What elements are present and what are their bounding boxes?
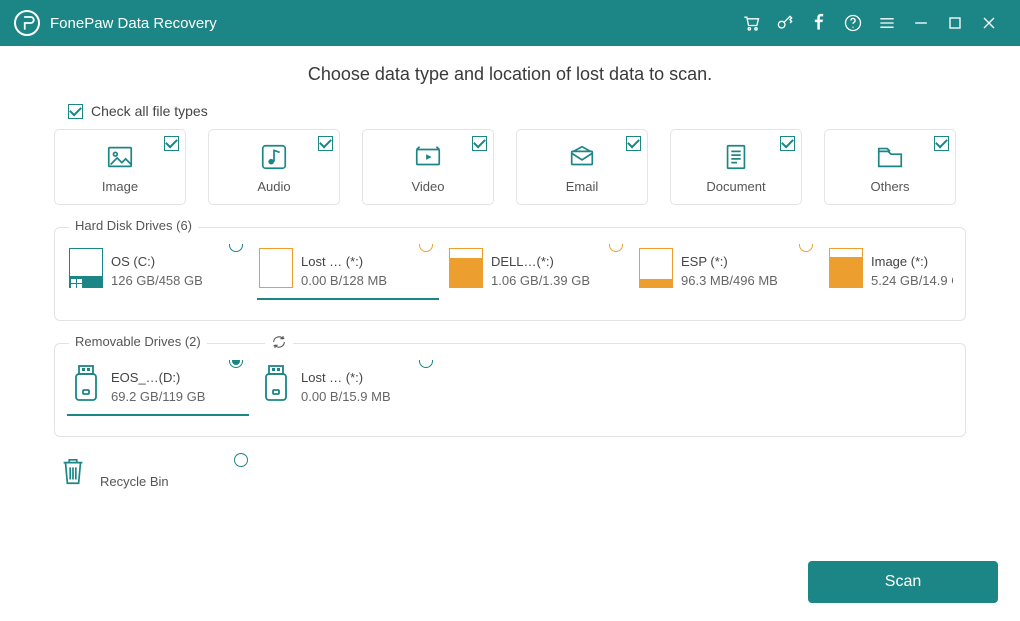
app-logo [14,10,40,36]
hdd-drive[interactable]: DELL…(*:) 1.06 GB/1.39 GB [447,244,629,300]
card-others[interactable]: Others [824,129,956,205]
drive-name: Lost … (*:) [301,370,391,385]
card-checkbox[interactable] [164,136,179,151]
removable-legend: Removable Drives (2) [69,334,207,349]
card-email[interactable]: Email [516,129,648,205]
hdd-drive[interactable]: Lost … (*:) 0.00 B/128 MB [257,244,439,300]
drive-name: DELL…(*:) [491,254,590,269]
drive-icon [639,248,673,288]
card-label: Document [706,179,765,194]
drive-size: 69.2 GB/119 GB [111,389,205,404]
drive-icon [259,248,293,288]
video-icon [412,141,444,173]
removable-drive[interactable]: Lost … (*:) 0.00 B/15.9 MB [257,360,439,416]
refresh-icon[interactable] [265,334,293,353]
recycle-bin-option[interactable]: Recycle Bin [58,455,248,492]
hdd-drive[interactable]: ESP (*:) 96.3 MB/496 MB [637,244,819,300]
drive-name: ESP (*:) [681,254,778,269]
hdd-legend: Hard Disk Drives (6) [69,218,198,233]
drive-size: 1.06 GB/1.39 GB [491,273,590,288]
check-all-checkbox[interactable] [68,104,83,119]
file-type-cards: Image Audio Video Email Document Others [54,129,966,205]
drive-icon [449,248,483,288]
removable-drives: EOS_…(D:) 69.2 GB/119 GB Lost … (*:) 0.0… [67,360,953,426]
check-all-label: Check all file types [91,103,208,119]
drive-icon [829,248,863,288]
facebook-icon[interactable] [802,0,836,46]
card-checkbox[interactable] [626,136,641,151]
drive-size: 0.00 B/15.9 MB [301,389,391,404]
card-label: Video [411,179,444,194]
usb-icon [259,364,293,404]
card-checkbox[interactable] [934,136,949,151]
card-label: Others [870,179,909,194]
headline: Choose data type and location of lost da… [54,64,966,85]
drive-radio[interactable] [799,244,813,252]
drive-radio[interactable] [609,244,623,252]
recycle-bin-radio[interactable] [234,453,248,467]
usb-icon [69,364,103,404]
recycle-bin-label: Recycle Bin [100,458,169,489]
removable-group: Removable Drives (2) EOS_…(D:) 69.2 GB/1… [54,343,966,437]
drive-radio[interactable] [419,360,433,368]
card-image[interactable]: Image [54,129,186,205]
help-icon[interactable] [836,0,870,46]
drive-name: OS (C:) [111,254,203,269]
card-checkbox[interactable] [472,136,487,151]
minimize-button[interactable] [904,0,938,46]
card-label: Audio [257,179,290,194]
scan-button[interactable]: Scan [808,561,998,603]
maximize-button[interactable] [938,0,972,46]
card-checkbox[interactable] [318,136,333,151]
hdd-group: Hard Disk Drives (6) OS (C:) 126 GB/458 … [54,227,966,321]
drive-size: 5.24 GB/14.9 GB [871,273,953,288]
cart-icon[interactable] [734,0,768,46]
app-title: FonePaw Data Recovery [50,15,217,32]
drive-name: EOS_…(D:) [111,370,205,385]
hdd-drives[interactable]: OS (C:) 126 GB/458 GB Lost … (*:) 0.00 B… [67,244,953,310]
card-video[interactable]: Video [362,129,494,205]
trash-icon [58,455,88,492]
drive-radio[interactable] [229,244,243,252]
main-content: Choose data type and location of lost da… [0,46,1020,492]
card-audio[interactable]: Audio [208,129,340,205]
drive-name: Image (*:) [871,254,953,269]
hdd-drive[interactable]: OS (C:) 126 GB/458 GB [67,244,249,300]
scan-bar: Scan [808,561,998,603]
drive-radio[interactable] [419,244,433,252]
card-label: Image [102,179,138,194]
card-label: Email [566,179,599,194]
titlebar: FonePaw Data Recovery [0,0,1020,46]
audio-icon [258,141,290,173]
document-icon [720,141,752,173]
check-all-row[interactable]: Check all file types [68,103,966,119]
email-icon [566,141,598,173]
close-button[interactable] [972,0,1006,46]
drive-radio[interactable] [229,360,243,368]
drive-size: 0.00 B/128 MB [301,273,387,288]
menu-icon[interactable] [870,0,904,46]
folder-icon [874,141,906,173]
image-icon [104,141,136,173]
drive-name: Lost … (*:) [301,254,387,269]
drive-size: 96.3 MB/496 MB [681,273,778,288]
key-icon[interactable] [768,0,802,46]
card-document[interactable]: Document [670,129,802,205]
drive-size: 126 GB/458 GB [111,273,203,288]
hdd-drive[interactable]: Image (*:) 5.24 GB/14.9 GB [827,244,953,300]
card-checkbox[interactable] [780,136,795,151]
removable-drive[interactable]: EOS_…(D:) 69.2 GB/119 GB [67,360,249,416]
drive-icon [69,248,103,288]
